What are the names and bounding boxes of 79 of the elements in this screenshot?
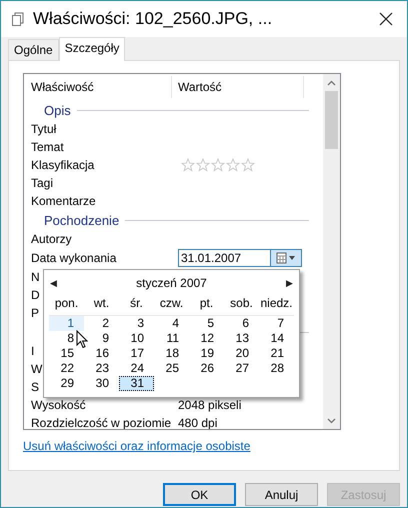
calendar-day[interactable]: 3 (119, 316, 154, 331)
calendar-dropdown-icon[interactable] (270, 250, 301, 266)
calendar-day[interactable]: 14 (259, 331, 294, 346)
calendar-day[interactable]: 1 (49, 316, 84, 331)
calendar-day[interactable]: 13 (224, 331, 259, 346)
scroll-down-icon[interactable] (327, 418, 336, 424)
property-label: Tytuł (31, 122, 56, 136)
property-label: Wysokość (31, 398, 86, 412)
property-label: S (31, 380, 40, 394)
calendar-day[interactable]: 9 (84, 331, 119, 346)
property-label: I (31, 344, 34, 358)
calendar-day[interactable]: 22 (49, 361, 84, 376)
window-title: Właściwości: 102_2560.JPG, ... (33, 9, 274, 29)
calendar-day[interactable]: 16 (84, 346, 119, 361)
weekday-label: pt. (189, 296, 224, 316)
section-heading: Opis (44, 102, 71, 118)
mouse-pointer-icon (76, 330, 88, 349)
property-label: P (31, 306, 40, 320)
calendar-day[interactable]: 20 (224, 346, 259, 361)
calendar-day[interactable]: 12 (189, 331, 224, 346)
calendar-day[interactable]: 26 (189, 361, 224, 376)
calendar-day[interactable]: 11 (154, 331, 189, 346)
star-rating[interactable] (181, 158, 255, 172)
scroll-up-icon[interactable] (327, 80, 336, 86)
remove-properties-link[interactable]: Usuń właściwości oraz informacje osobiste (23, 439, 250, 453)
property-label: W (31, 362, 42, 376)
scroll-thumb[interactable] (325, 91, 338, 149)
column-header[interactable]: Właściwość (24, 76, 172, 98)
property-label: Klasyfikacja (31, 158, 94, 172)
calendar-day[interactable]: 25 (154, 361, 189, 376)
calendar-day[interactable]: 21 (259, 346, 294, 361)
documents-icon (11, 12, 25, 26)
weekday-label: sob. (224, 296, 259, 316)
calendar-day[interactable]: 2 (84, 316, 119, 331)
property-label: D (31, 288, 40, 302)
calendar-day[interactable]: 4 (154, 316, 189, 331)
calendar-day[interactable]: 15 (49, 346, 84, 361)
calendar-day[interactable]: 17 (119, 346, 154, 361)
calendar-day[interactable]: 6 (224, 316, 259, 331)
month-title[interactable]: styczeń 2007 (136, 276, 207, 290)
calendar-day[interactable]: 31 (119, 376, 154, 391)
property-label: Tagi (31, 176, 54, 190)
section-heading: Pochodzenie (44, 212, 120, 228)
calendar-day[interactable]: 28 (259, 361, 294, 376)
scrollbar[interactable] (323, 74, 340, 429)
weekday-label: czw. (154, 296, 189, 316)
date-field[interactable]: 31.01.2007 (178, 249, 302, 267)
calendar-day[interactable]: 18 (154, 346, 189, 361)
calendar-day[interactable]: 7 (259, 316, 294, 331)
calendar-day[interactable]: 19 (189, 346, 224, 361)
calendar-day[interactable]: 23 (84, 361, 119, 376)
star-icon[interactable] (181, 158, 195, 172)
property-label: Data wykonania (31, 251, 116, 265)
dialog-button[interactable]: Anuluj (245, 483, 318, 506)
previous-month-button[interactable]: ◀ (50, 278, 57, 288)
calendar-day[interactable]: 30 (84, 376, 119, 391)
calendar-day[interactable]: 10 (119, 331, 154, 346)
star-icon[interactable] (241, 158, 255, 172)
calendar-day[interactable]: 27 (224, 361, 259, 376)
weekday-label: wt. (84, 296, 119, 316)
weekday-label: śr. (119, 296, 154, 316)
calendar-day[interactable]: 29 (49, 376, 84, 391)
property-label: Komentarze (31, 194, 96, 208)
tab[interactable]: Ogólne (8, 39, 59, 60)
star-icon[interactable] (211, 158, 225, 172)
dialog-button[interactable]: OK (163, 483, 236, 506)
property-value: 2048 pikseli (178, 398, 242, 412)
property-label: N (31, 270, 40, 284)
tab[interactable]: Szczegóły (58, 37, 126, 61)
calendar-day[interactable]: 5 (189, 316, 224, 331)
star-icon[interactable] (226, 158, 240, 172)
weekday-label: niedz. (259, 296, 294, 316)
property-label: Autorzy (31, 232, 72, 246)
column-header[interactable]: Wartość (172, 76, 304, 98)
star-icon[interactable] (196, 158, 210, 172)
property-label: Temat (31, 140, 64, 154)
next-month-button[interactable]: ▶ (286, 278, 293, 288)
close-icon[interactable] (379, 12, 393, 26)
calendar-day[interactable]: 24 (119, 361, 154, 376)
